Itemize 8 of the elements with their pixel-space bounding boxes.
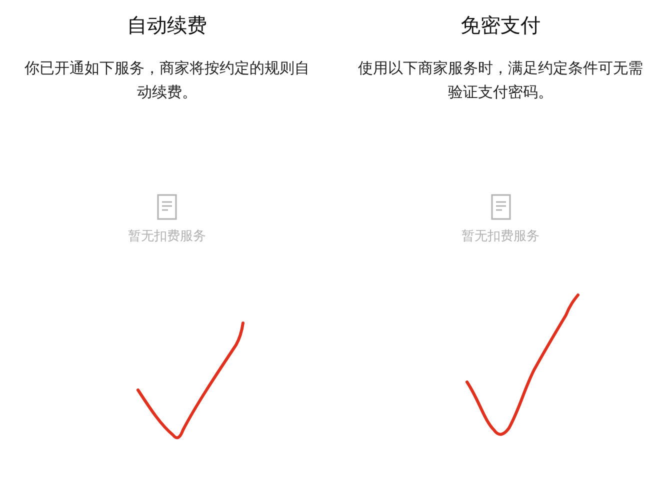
section-title: 自动续费 xyxy=(127,12,207,39)
document-icon xyxy=(490,194,510,220)
section-title: 免密支付 xyxy=(460,12,540,39)
description: 使用以下商家服务时，满足约定条件可无需验证支付密码。 xyxy=(357,58,644,103)
empty-state-text: 暂无扣费服务 xyxy=(128,228,206,246)
document-icon xyxy=(157,194,177,220)
empty-state-text: 暂无扣费服务 xyxy=(462,228,540,246)
description: 你已开通如下服务，商家将按约定的规则自动续费。 xyxy=(24,58,310,103)
